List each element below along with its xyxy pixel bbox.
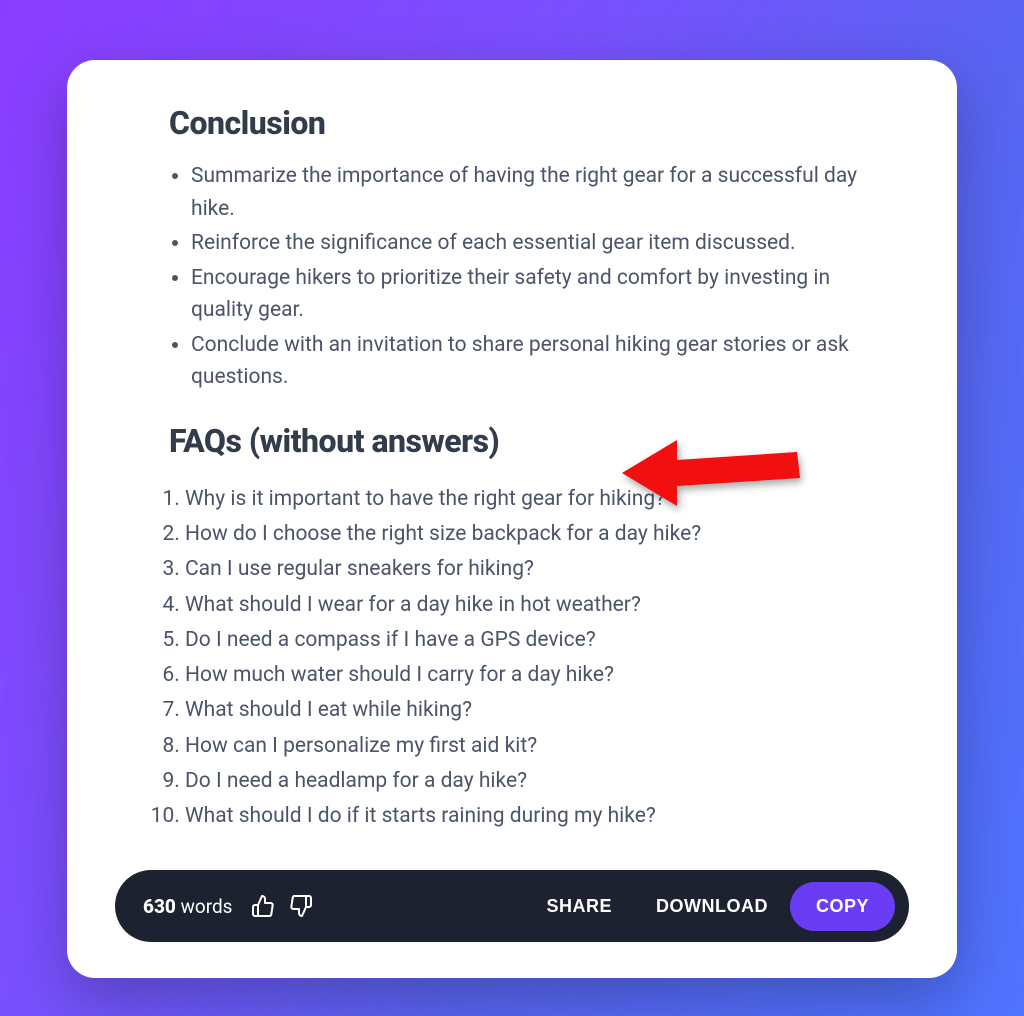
list-item: What should I wear for a day hike in hot…	[185, 588, 859, 623]
word-count-label: words	[181, 895, 233, 918]
content-body: Conclusion Summarize the importance of h…	[115, 104, 909, 834]
list-item: Summarize the importance of having the r…	[191, 160, 859, 225]
list-item: Conclude with an invitation to share per…	[191, 329, 859, 394]
list-item: What should I do if it starts raining du…	[185, 799, 859, 834]
content-card: Conclusion Summarize the importance of h…	[67, 60, 957, 978]
list-item: How much water should I carry for a day …	[185, 658, 859, 693]
thumbs-down-icon[interactable]	[289, 894, 313, 918]
faqs-heading: FAQs (without answers)	[169, 422, 859, 460]
list-item: Encourage hikers to prioritize their saf…	[191, 262, 859, 327]
list-item: What should I eat while hiking?	[185, 693, 859, 728]
list-item: How can I personalize my first aid kit?	[185, 729, 859, 764]
download-button[interactable]: DOWNLOAD	[634, 882, 790, 931]
conclusion-heading: Conclusion	[169, 104, 859, 142]
list-item: Do I need a headlamp for a day hike?	[185, 764, 859, 799]
faqs-list: Why is it important to have the right ge…	[157, 482, 859, 835]
list-item: Reinforce the significance of each essen…	[191, 227, 859, 260]
action-toolbar: 630 words SHARE DOWNLOAD COPY	[115, 870, 909, 942]
list-item: Why is it important to have the right ge…	[185, 482, 859, 517]
conclusion-list: Summarize the importance of having the r…	[169, 160, 859, 394]
list-item: Can I use regular sneakers for hiking?	[185, 552, 859, 587]
list-item: Do I need a compass if I have a GPS devi…	[185, 623, 859, 658]
word-count: 630 words	[143, 895, 233, 918]
word-count-number: 630	[143, 895, 176, 918]
copy-button[interactable]: COPY	[790, 882, 895, 931]
share-button[interactable]: SHARE	[524, 882, 634, 931]
thumbs-up-icon[interactable]	[251, 894, 275, 918]
feedback-group	[251, 894, 313, 918]
list-item: How do I choose the right size backpack …	[185, 517, 859, 552]
